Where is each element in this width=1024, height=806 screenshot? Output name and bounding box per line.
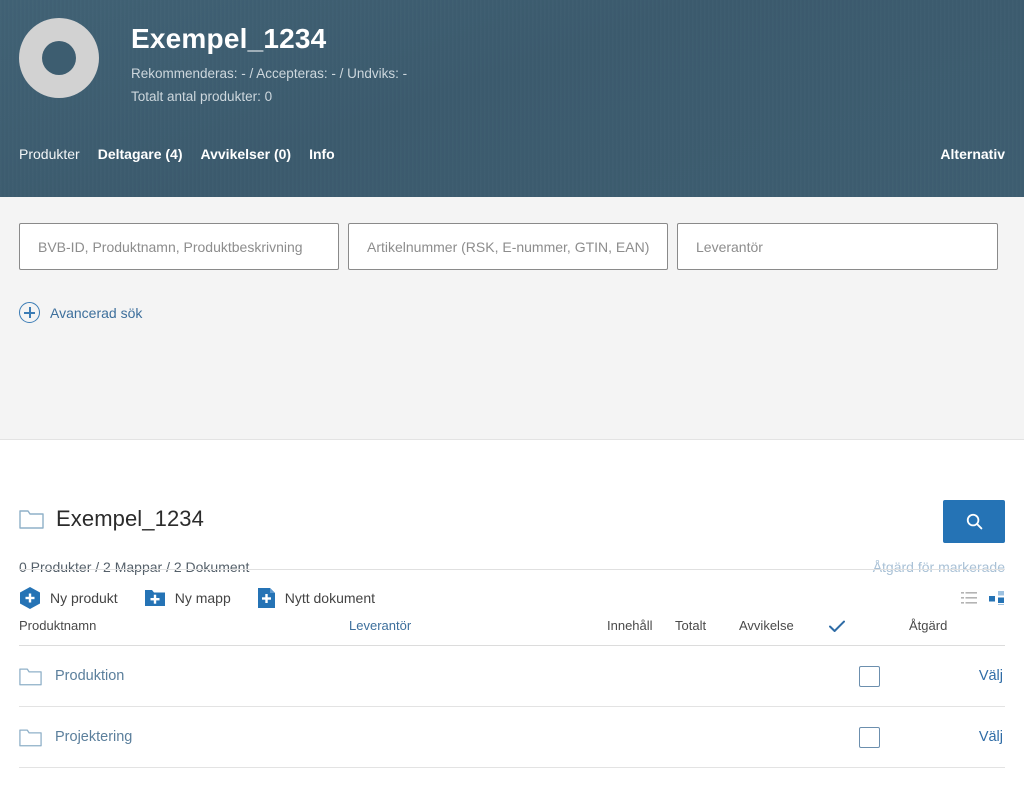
row-name-wrapper: Projektering [19,728,349,747]
bulk-action-link[interactable]: Åtgärd för markerade [873,559,1005,575]
search-button[interactable] [943,500,1005,543]
hexagon-plus-icon [20,587,40,609]
folder-icon [19,668,42,685]
list-view-icon[interactable] [961,591,977,605]
rating-summary: Rekommenderas: - / Accepteras: - / Undvi… [131,65,408,81]
header-title-block: Exempel_1234 Rekommenderas: - / Accepter… [131,10,407,108]
tab-info[interactable]: Info [309,146,335,162]
table-head: Produktnamn Leverantör Innehåll Totalt A… [19,618,1005,647]
new-product-button[interactable]: Ny produkt [19,586,118,610]
folder-icon [19,510,44,529]
row-checkbox[interactable] [858,726,880,748]
new-product-label: Ny produkt [50,590,118,606]
row-name-cell: Produktion [19,645,349,708]
new-folder-label: Ny mapp [174,590,231,606]
advanced-search-toggle[interactable]: Avancerad sök [19,302,142,323]
search-input-supplier[interactable] [677,223,998,270]
row-name-link[interactable]: Produktion [55,668,124,684]
row-checkbox[interactable] [858,665,880,687]
column-header-leverantor[interactable]: Leverantör [349,618,607,647]
new-document-button[interactable]: Nytt dokument [257,587,375,609]
panel-divider [19,569,1005,570]
search-input-product[interactable] [19,223,339,270]
row-totalt-cell [675,706,739,769]
row-supplier-cell [349,645,607,708]
row-select-link[interactable]: Välj [979,668,1005,684]
row-totalt-cell [675,645,739,708]
column-header-select-all[interactable] [829,618,909,647]
check-icon [829,620,845,633]
new-folder-button[interactable]: Ny mapp [144,588,231,608]
new-document-label: Nytt dokument [284,590,375,606]
alternativ-menu-button[interactable]: Alternativ [940,146,1005,162]
create-actions-row: Ny produkt Ny mapp Nytt dokument [19,586,1005,610]
row-innehall-cell [607,706,675,769]
row-select-link[interactable]: Välj [979,729,1005,745]
table-row[interactable]: Produktion Välj [19,645,1005,708]
search-input-article-number[interactable] [348,223,668,270]
product-total-summary: Totalt antal produkter: 0 [131,89,273,105]
row-action-cell: Välj [909,645,1005,708]
row-name-link[interactable]: Projektering [55,729,132,745]
row-checkbox-cell [829,645,909,708]
document-plus-icon [257,588,275,608]
page-header: Exempel_1234 Rekommenderas: - / Accepter… [0,0,1024,197]
column-header-avvikelse: Avvikelse [739,618,829,647]
row-name-cell: Projektering [19,706,349,769]
column-header-innehall: Innehåll [607,618,675,647]
folder-heading: Exempel_1234 [19,506,1005,532]
row-action-cell: Välj [909,706,1005,769]
tab-avvikelser[interactable]: Avvikelser (0) [201,146,292,162]
table-body: Produktion Välj Projektering Välj [19,645,1005,769]
folder-icon [19,729,42,746]
primary-nav: Produkter Deltagare (4) Avvikelser (0) I… [19,146,1005,162]
search-panel: Avancerad sök Ny produkt [0,197,1024,609]
column-header-atgard: Åtgärd [909,618,1005,647]
row-supplier-cell [349,706,607,769]
view-toggle-group [961,591,1005,605]
page-title: Exempel_1234 [131,23,327,54]
column-header-totalt: Totalt [675,618,739,647]
row-checkbox-cell [829,706,909,769]
search-icon [966,513,982,530]
row-innehall-cell [607,645,675,708]
plus-circle-icon [19,302,40,323]
row-avvikelse-cell [739,645,829,708]
folder-counts: 0 Produkter / 2 Mappar / 2 Dokument [19,559,250,575]
folder-plus-icon [144,590,165,606]
content-area: Exempel_1234 0 Produkter / 2 Mappar / 2 … [0,506,1024,769]
table-row[interactable]: Projektering Välj [19,706,1005,769]
grid-view-icon[interactable] [989,591,1005,605]
tab-produkter[interactable]: Produkter [19,146,80,162]
search-fields-row [19,223,1005,270]
folder-name: Exempel_1234 [56,506,204,531]
row-name-wrapper: Produktion [19,667,349,686]
search-submit-wrapper [943,500,1005,543]
folder-counts-row: 0 Produkter / 2 Mappar / 2 Dokument Åtgä… [19,559,1005,575]
items-table: Produktnamn Leverantör Innehåll Totalt A… [19,618,1005,769]
header-identity: Exempel_1234 Rekommenderas: - / Accepter… [0,0,1024,108]
table-header-row: Produktnamn Leverantör Innehåll Totalt A… [19,618,1005,647]
column-header-produktnamn: Produktnamn [19,618,349,647]
row-avvikelse-cell [739,706,829,769]
project-avatar [19,18,99,98]
tab-deltagare[interactable]: Deltagare (4) [98,146,183,162]
advanced-search-label: Avancerad sök [50,304,143,321]
advanced-search-row: Avancerad sök [19,288,1005,337]
